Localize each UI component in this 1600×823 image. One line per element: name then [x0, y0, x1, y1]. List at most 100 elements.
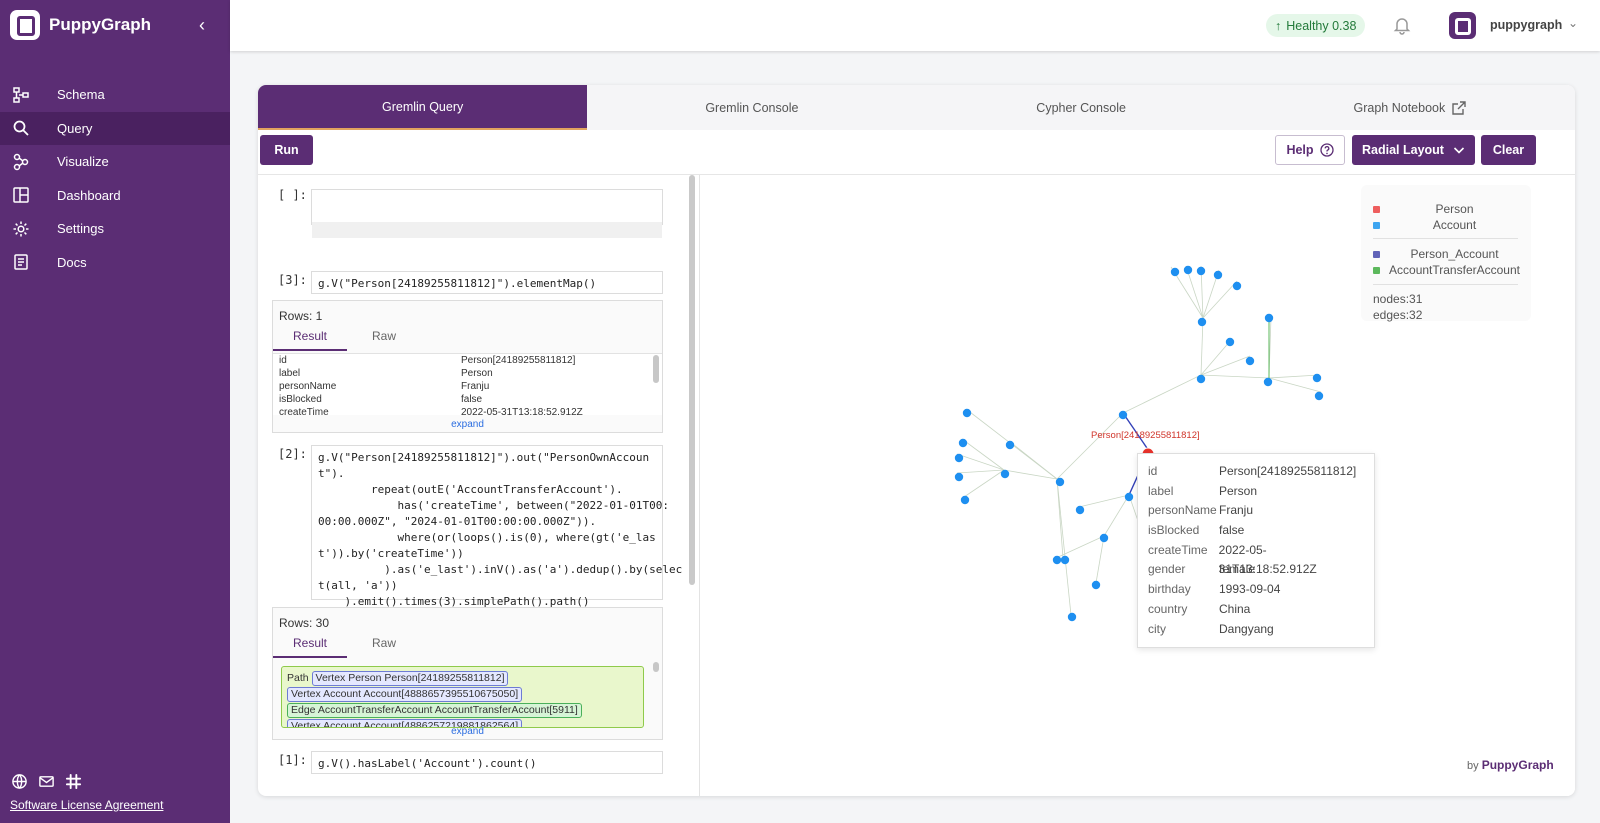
table-row: personName Franju [279, 381, 490, 392]
code-input-2[interactable]: g.V("Person[24189255811812]").out("Perso… [311, 445, 682, 608]
tooltip-row: createTime 2022-05-31T13:18:52.912Z [1148, 542, 1317, 577]
edge-count: edges:32 [1373, 308, 1423, 322]
expand-link[interactable]: expand [273, 726, 662, 737]
legend-item[interactable]: Person_Account [1373, 247, 1523, 261]
run-button[interactable]: Run [260, 135, 313, 165]
question-circle-icon [1319, 143, 1334, 157]
sidebar-item-schema[interactable]: Schema [0, 78, 230, 112]
bell-icon[interactable] [1392, 15, 1412, 35]
help-button[interactable]: Help [1275, 135, 1345, 165]
sidebar-item-visualize[interactable]: Visualize [0, 145, 230, 179]
layout-label: Radial Layout [1362, 143, 1444, 157]
sidebar: PuppyGraph ‹ Schema Query Visualize Dash [0, 0, 230, 823]
tab-raw[interactable]: Raw [347, 636, 421, 658]
table-row: id Person[24189255811812] [279, 355, 576, 366]
slack-icon[interactable] [64, 772, 82, 790]
gear-icon [11, 219, 31, 239]
tooltip-row: personName Franju [1148, 503, 1254, 518]
node-count: nodes:31 [1373, 292, 1423, 306]
sidebar-item-label: Dashboard [57, 187, 121, 203]
path-line: Vertex Account Account[48886573955106750… [287, 686, 638, 702]
result-tabs: Result Raw [273, 636, 421, 658]
query-tabs: Gremlin Query Gremlin Console Cypher Con… [258, 85, 1575, 130]
brand[interactable]: PuppyGraph [10, 10, 151, 40]
empty-code-input[interactable] [311, 189, 663, 238]
panel-scrollbar[interactable] [689, 175, 695, 585]
puppygraph-logo-icon [10, 10, 40, 40]
path-line: Edge AccountTransferAccount AccountTrans… [287, 702, 638, 718]
vertex-chip[interactable]: Vertex Account Account[48886573955106750… [287, 687, 523, 702]
search-icon [11, 118, 31, 138]
sidebar-item-label: Query [57, 120, 93, 136]
path-label: Path [287, 672, 309, 684]
tooltip-row: city Dangyang [1148, 621, 1274, 636]
tab-raw[interactable]: Raw [347, 329, 421, 351]
table-scrollbar[interactable] [653, 355, 659, 383]
element-map-table: id Person[24189255811812] label Person per… [273, 353, 662, 415]
legend-swatch [1373, 250, 1380, 258]
collapse-sidebar-icon[interactable]: ‹ [199, 16, 205, 34]
legend-item[interactable]: AccountTransferAccount [1373, 263, 1523, 277]
tooltip-row: birthday 1993-09-04 [1148, 582, 1281, 597]
health-badge[interactable]: ↑ Healthy 0.38 [1266, 14, 1366, 37]
tooltip-row: label Person [1148, 483, 1258, 498]
tab-result[interactable]: Result [273, 329, 347, 351]
edge-chip[interactable]: Edge AccountTransferAccount AccountTrans… [287, 703, 582, 718]
cell-prompt: [ ]: [278, 188, 307, 202]
legend-swatch [1373, 221, 1380, 229]
code-input-1[interactable]: g.V().hasLabel('Account').count() [311, 751, 663, 774]
tab-gremlin-console[interactable]: Gremlin Console [587, 85, 916, 130]
layout-select[interactable]: Radial Layout [1352, 135, 1475, 165]
sidebar-item-label: Schema [57, 87, 105, 103]
vertex-chip[interactable]: Vertex Person Person[24189255811812] [311, 671, 509, 686]
query-cells-panel: [ ]: [3]: g.V("Person[24189255811812]").… [258, 175, 700, 796]
current-line-highlight [312, 222, 662, 238]
health-label: Healthy 0.38 [1286, 18, 1357, 33]
tab-label: Graph Notebook [1353, 100, 1446, 115]
result-box-2: Rows: 30 Result Raw Path Vertex Person P… [272, 607, 663, 740]
clear-button[interactable]: Clear [1481, 135, 1536, 165]
sidebar-item-label: Visualize [57, 154, 109, 170]
expand-link[interactable]: expand [273, 419, 662, 430]
code-input-3[interactable]: g.V("Person[24189255811812]").elementMap… [311, 271, 663, 294]
legend-swatch [1373, 266, 1380, 274]
rows-count: Rows: 30 [279, 616, 330, 630]
tooltip-row: isBlocked false [1148, 523, 1245, 538]
mail-icon[interactable] [37, 772, 55, 790]
table-row: label Person [279, 368, 493, 379]
visualize-icon [11, 152, 31, 172]
result-scrollbar[interactable] [653, 662, 659, 672]
graph-legend: Person Account Person_Account AccountTra… [1361, 185, 1531, 322]
node-label: Person[24189255811812] [1091, 430, 1200, 441]
sidebar-item-settings[interactable]: Settings [0, 212, 230, 246]
result-tabs: Result Raw [273, 329, 421, 351]
legend-item[interactable]: Person [1373, 202, 1523, 216]
sidebar-item-docs[interactable]: Docs [0, 246, 230, 280]
dashboard-icon [11, 185, 31, 205]
tab-gremlin-query[interactable]: Gremlin Query [258, 85, 588, 130]
graph-canvas[interactable]: Person[24189255811812] Person Account Pe… [701, 175, 1575, 796]
username[interactable]: puppygraph [1490, 18, 1562, 32]
tab-cypher-console[interactable]: Cypher Console [917, 85, 1246, 130]
sidebar-item-dashboard[interactable]: Dashboard [0, 179, 230, 213]
cell-prompt: [3]: [278, 273, 307, 287]
brand-name: PuppyGraph [49, 15, 152, 34]
external-link-icon [1451, 100, 1467, 116]
query-card: Gremlin Query Gremlin Console Cypher Con… [258, 85, 1575, 796]
sidebar-item-label: Settings [57, 221, 104, 237]
tab-graph-notebook[interactable]: Graph Notebook [1246, 85, 1575, 130]
arrow-up-icon: ↑ [1275, 18, 1282, 33]
table-row: createTime 2022-05-31T13:18:52.912Z [279, 407, 583, 415]
help-label: Help [1286, 143, 1314, 157]
legend-item[interactable]: Account [1373, 218, 1523, 232]
sidebar-item-query[interactable]: Query [0, 111, 230, 145]
globe-icon[interactable] [10, 772, 28, 790]
license-link[interactable]: Software License Agreement [10, 798, 163, 812]
tab-result[interactable]: Result [273, 636, 347, 658]
chevron-down-icon[interactable]: ⌄ [1568, 16, 1578, 30]
tooltip-row: country China [1148, 601, 1251, 616]
avatar[interactable] [1449, 12, 1476, 39]
sidebar-bottom-icons [10, 772, 82, 790]
cell-prompt: [1]: [278, 753, 307, 767]
toolbar: Run Help Radial Layout Clear [258, 130, 1575, 175]
